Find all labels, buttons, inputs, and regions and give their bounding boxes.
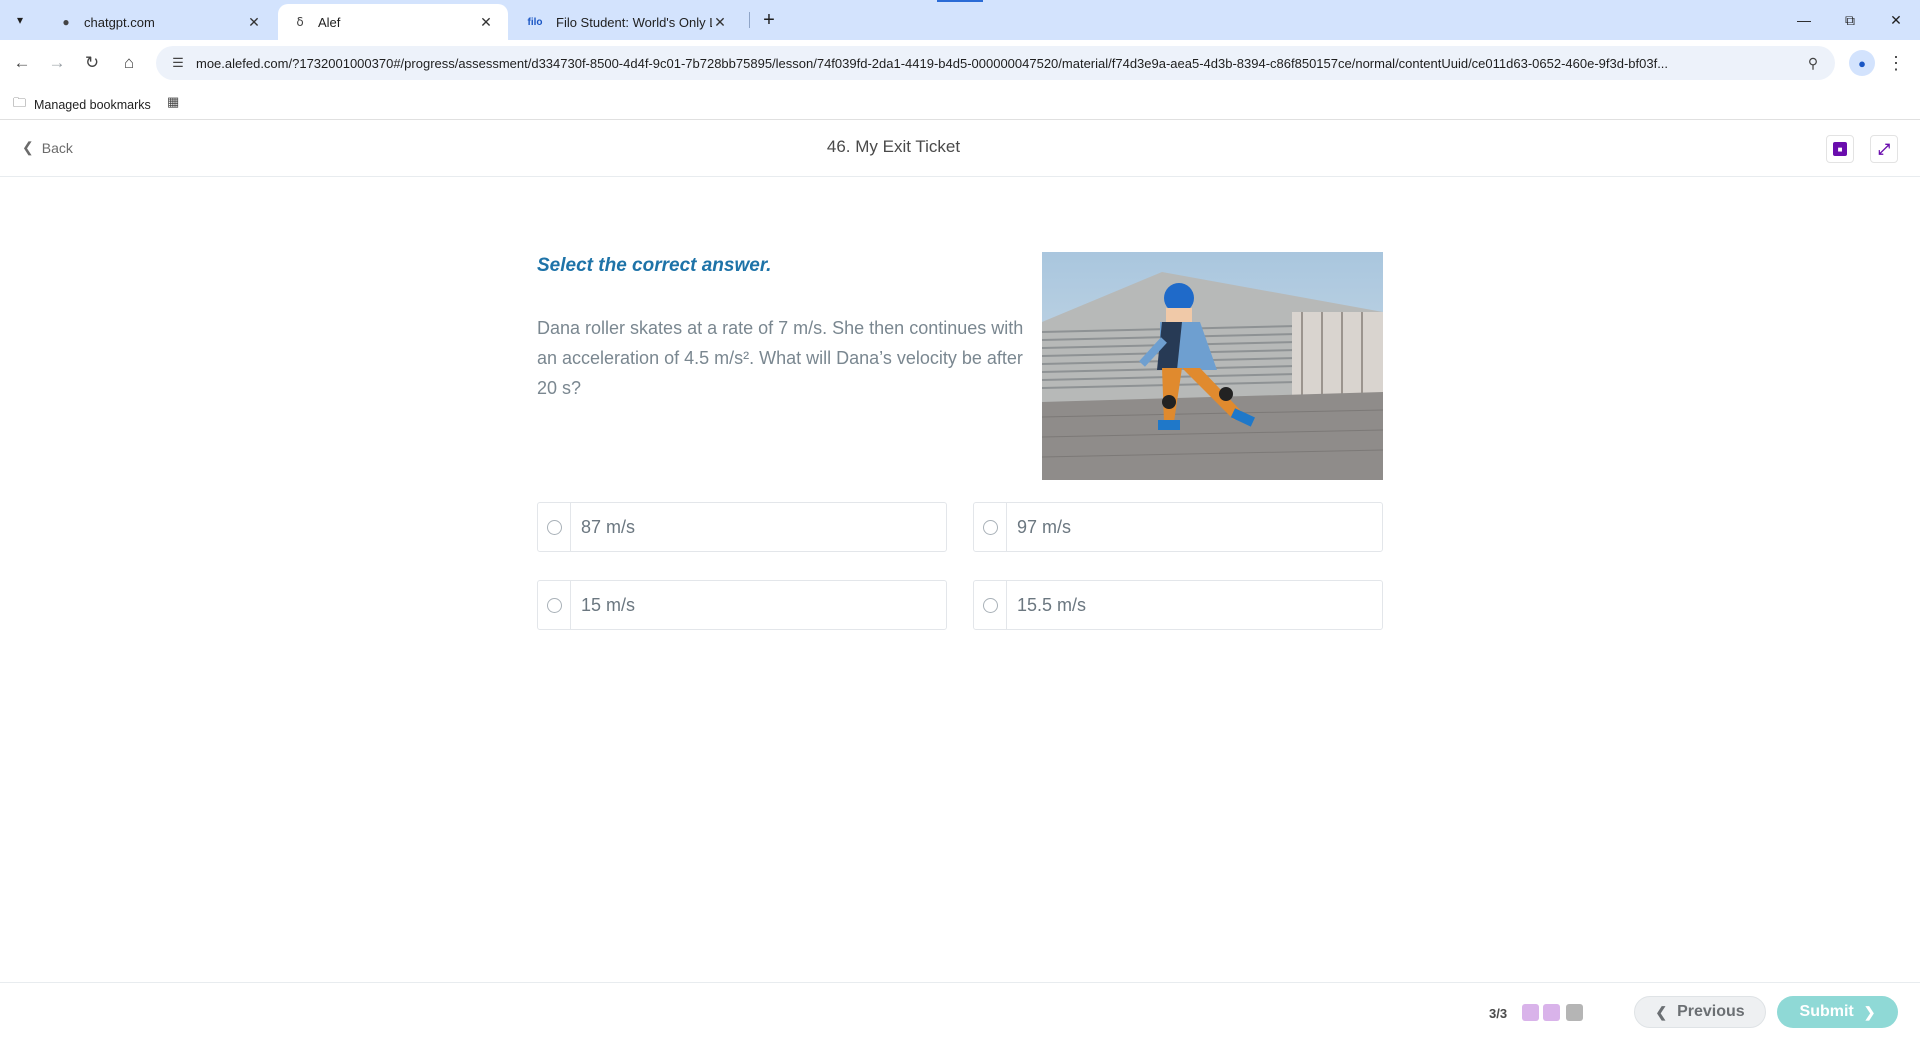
radio-cell	[974, 581, 1007, 629]
reload-icon: ↻	[84, 53, 100, 72]
tab-filo[interactable]: filo Filo Student: World's Only Live ✕	[510, 4, 742, 40]
globe-icon: ●	[62, 15, 70, 29]
restore-icon: ⧉	[1845, 11, 1855, 28]
close-icon: ✕	[1890, 11, 1902, 28]
close-icon[interactable]: ✕	[246, 14, 262, 30]
tab-title: Filo Student: World's Only Live	[556, 14, 712, 30]
plus-icon: +	[763, 8, 775, 31]
radio-button[interactable]	[546, 597, 562, 613]
folder-icon: 🗀	[13, 95, 27, 110]
tab-title: chatgpt.com	[84, 14, 155, 30]
chevron-right-icon: ❯	[1863, 1003, 1876, 1020]
previous-button[interactable]: ❮ Previous	[1634, 996, 1766, 1028]
notes-button[interactable]: ■	[1826, 135, 1854, 163]
progress-dot-1[interactable]	[1522, 1004, 1539, 1021]
option-label: 97 m/s	[1017, 516, 1072, 537]
zoom-search-icon[interactable]: ⚲	[1799, 55, 1827, 72]
bookmark-label: Managed bookmarks	[34, 98, 151, 112]
option-label: 15.5 m/s	[1017, 594, 1087, 615]
answer-option-3[interactable]: 15 m/s	[537, 580, 947, 630]
arrow-right-icon: →	[48, 53, 66, 72]
expand-icon: ⤢	[1877, 140, 1890, 158]
url-text[interactable]: moe.alefed.com/?1732001000370#/progress/…	[196, 56, 1799, 71]
more-vertical-icon: ⋮	[1887, 52, 1905, 73]
browser-tab-strip: ▾ ● chatgpt.com ✕ ẟ Alef ✕ filo Filo Stu…	[0, 0, 1920, 40]
browser-toolbar: ← → ↻ ⌂ ☰ moe.alefed.com/?1732001000370#…	[0, 40, 1920, 86]
home-icon: ⌂	[123, 53, 135, 72]
answer-option-2[interactable]: 97 m/s	[973, 502, 1383, 552]
radio-button[interactable]	[546, 519, 562, 535]
arrow-left-icon: ←	[13, 53, 31, 72]
filo-icon: filo	[527, 16, 543, 28]
new-tab-button[interactable]: +	[757, 8, 781, 32]
fullscreen-button[interactable]: ⤢	[1870, 135, 1898, 163]
skater-illustration	[1042, 252, 1383, 480]
chevron-left-icon: ❮	[1655, 1003, 1668, 1020]
tab-title: Alef	[318, 14, 341, 30]
previous-label: Previous	[1677, 1003, 1745, 1020]
progress-dot-3[interactable]	[1566, 1004, 1583, 1021]
close-icon[interactable]: ✕	[712, 14, 728, 30]
site-info-icon[interactable]: ☰	[168, 55, 188, 71]
forward-nav-button[interactable]: →	[43, 49, 71, 77]
bookmarks-bar: 🗀 Managed bookmarks ▦	[0, 86, 1920, 120]
submit-label: Submit	[1799, 1003, 1854, 1020]
radio-cell	[974, 503, 1007, 551]
assessment-footer: 3/3 ❮ Previous Submit ❯	[0, 982, 1920, 1040]
chevron-down-icon: ▾	[16, 13, 24, 27]
reload-button[interactable]: ↻	[78, 49, 106, 77]
radio-cell	[538, 503, 571, 551]
question-instruction: Select the correct answer.	[537, 255, 772, 276]
tab-search-button[interactable]: ▾	[8, 8, 32, 32]
question-text: Dana roller skates at a rate of 7 m/s. S…	[537, 318, 1024, 398]
page-counter: 3/3	[1489, 1006, 1508, 1021]
restore-button[interactable]: ⧉	[1827, 6, 1873, 34]
tab-alef[interactable]: ẟ Alef ✕	[278, 4, 508, 40]
tab-separator	[749, 12, 750, 28]
alef-icon: ẟ	[296, 15, 304, 29]
notes-icon: ■	[1833, 142, 1847, 156]
answer-option-1[interactable]: 87 m/s	[537, 502, 947, 552]
option-label: 15 m/s	[581, 594, 636, 615]
radio-button[interactable]	[982, 597, 998, 613]
option-label: 87 m/s	[581, 516, 636, 537]
url-path: /?1732001000370#/progress/assessment/d33…	[288, 55, 1669, 71]
answer-option-4[interactable]: 15.5 m/s	[973, 580, 1383, 630]
bookmark-managed[interactable]: 🗀 Managed bookmarks	[13, 94, 151, 116]
radio-button[interactable]	[982, 519, 998, 535]
submit-button[interactable]: Submit ❯	[1777, 996, 1898, 1028]
tab-chatgpt[interactable]: ● chatgpt.com ✕	[44, 4, 276, 40]
apps-button[interactable]: ▦	[167, 94, 187, 110]
profile-avatar[interactable]: ●	[1849, 50, 1875, 76]
page-title: 46. My Exit Ticket	[826, 137, 961, 156]
person-icon: ●	[1858, 55, 1866, 71]
address-bar[interactable]: ☰ moe.alefed.com/?1732001000370#/progres…	[156, 46, 1835, 80]
lesson-header: ❮ Back 46. My Exit Ticket ■ ⤢	[0, 121, 1920, 177]
tab-strip-accent	[937, 0, 983, 2]
apps-grid-icon: ▦	[167, 94, 180, 109]
radio-cell	[538, 581, 571, 629]
browser-menu-button[interactable]: ⋮	[1886, 50, 1906, 76]
close-icon[interactable]: ✕	[478, 14, 494, 30]
roller-skater-photo	[1042, 252, 1383, 480]
back-nav-button[interactable]: ←	[8, 49, 36, 77]
home-button[interactable]: ⌂	[115, 49, 143, 77]
minimize-icon: —	[1797, 12, 1811, 28]
close-window-button[interactable]: ✕	[1873, 6, 1919, 34]
progress-dot-2[interactable]	[1543, 1004, 1560, 1021]
minimize-button[interactable]: —	[1781, 6, 1827, 34]
url-host: moe.alefed.com	[196, 55, 289, 71]
